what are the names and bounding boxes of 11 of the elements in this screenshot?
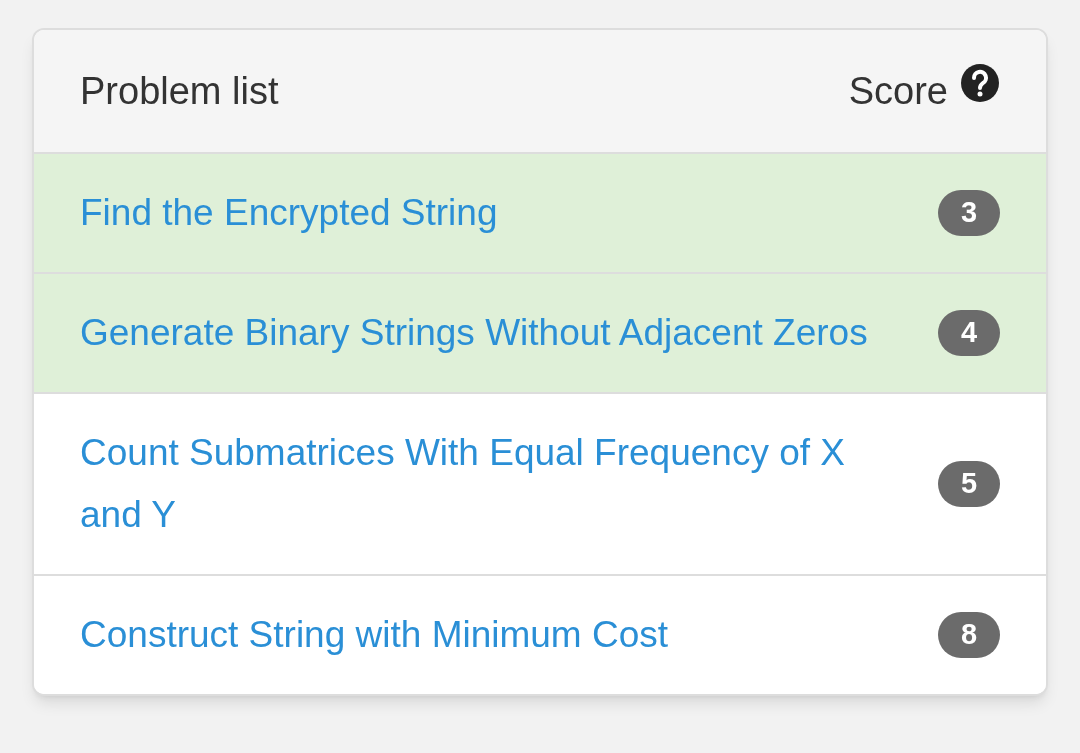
problem-link[interactable]: Count Submatrices With Equal Frequency of X and Y <box>80 422 914 546</box>
score-badge: 4 <box>938 310 1000 356</box>
score-badge: 5 <box>938 461 1000 507</box>
problem-link[interactable]: Construct String with Minimum Cost <box>80 604 669 666</box>
list-title: Problem list <box>80 68 279 114</box>
score-badge: 3 <box>938 190 1000 236</box>
score-badge: 8 <box>938 612 1000 658</box>
problem-link[interactable]: Generate Binary Strings Without Adjacent Zeros <box>80 302 868 364</box>
score-label: Score <box>848 68 948 114</box>
help-icon[interactable] <box>960 63 1000 103</box>
problem-link[interactable]: Find the Encrypted String <box>80 182 498 244</box>
